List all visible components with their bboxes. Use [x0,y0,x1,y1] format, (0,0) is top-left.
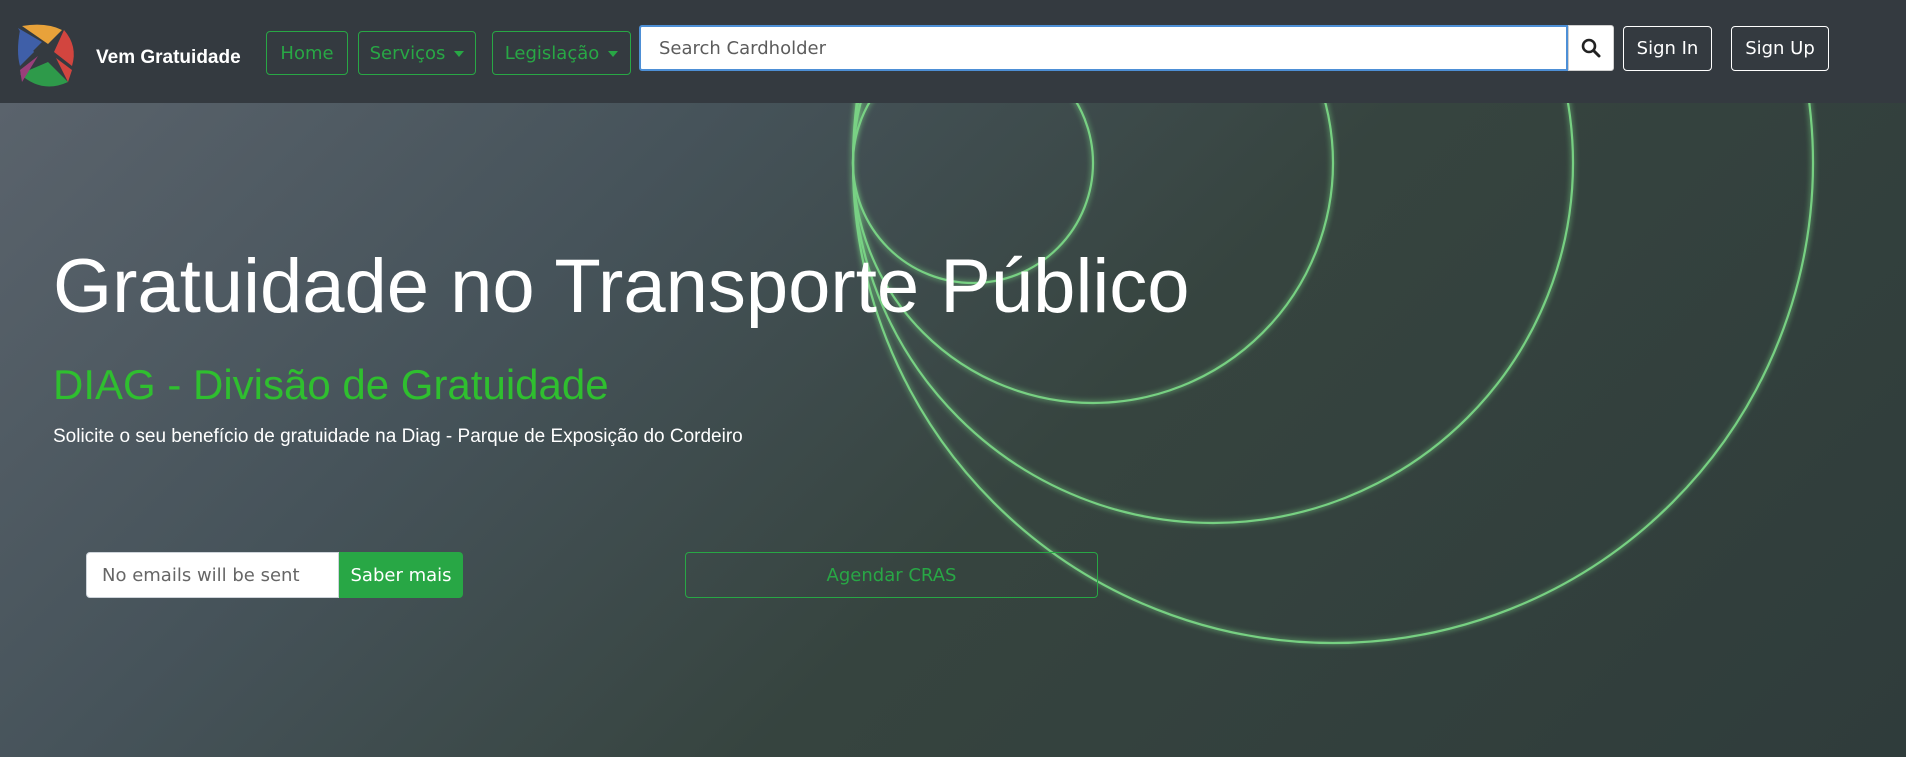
search-cardholder-input[interactable] [639,25,1568,71]
servicos-dropdown[interactable]: Serviços [358,31,476,75]
search-button[interactable] [1568,25,1614,71]
hero-description: Solicite o seu benefício de gratuidade n… [53,426,743,447]
hero-subtitle: DIAG - Divisão de Gratuidade [53,361,609,408]
sign-in-label: Sign In [1636,38,1699,59]
sign-up-button[interactable]: Sign Up [1731,26,1829,71]
hero-title: Gratuidade no Transporte Público [53,244,1190,329]
saber-mais-label: Saber mais [350,564,452,586]
agendar-cras-button[interactable]: Agendar CRAS [685,552,1098,598]
sign-in-button[interactable]: Sign In [1623,26,1712,71]
hero-section: Gratuidade no Transporte Público DIAG - … [0,103,1906,757]
brand-name[interactable]: Vem Gratuidade [96,47,241,69]
agendar-cras-label: Agendar CRAS [826,564,957,586]
vem-gratuidade-logo[interactable] [12,22,82,92]
home-button-label: Home [280,42,334,64]
email-input[interactable] [86,552,339,598]
home-button[interactable]: Home [266,31,348,75]
caret-down-icon [608,51,619,57]
search-icon [1581,38,1601,58]
legislacao-dropdown[interactable]: Legislação [492,31,631,75]
legislacao-dropdown-label: Legislação [504,42,600,64]
caret-down-icon [454,51,465,57]
navbar: Vem Gratuidade Home Serviços Legislação … [0,0,1906,103]
sign-up-label: Sign Up [1745,38,1815,59]
saber-mais-button[interactable]: Saber mais [339,552,463,598]
servicos-dropdown-label: Serviços [369,42,446,64]
